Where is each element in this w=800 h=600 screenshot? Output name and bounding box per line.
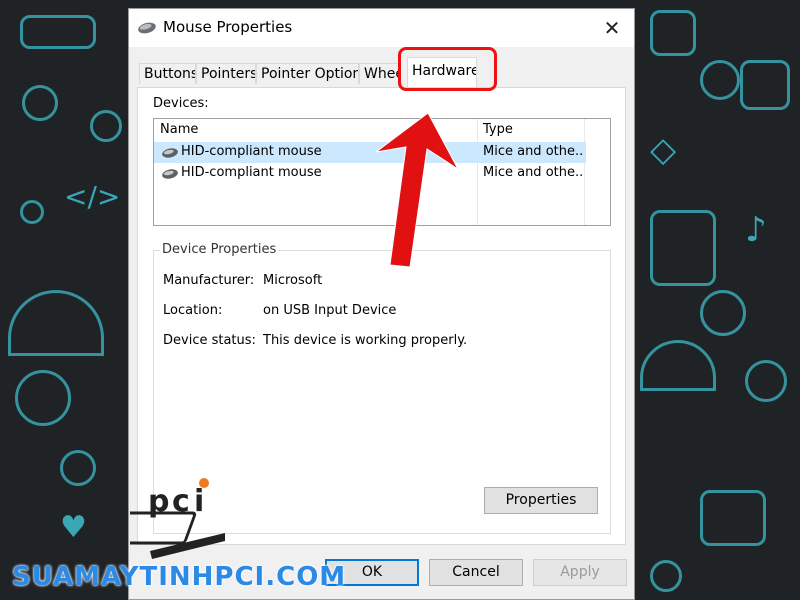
svg-text:c: c — [172, 484, 190, 519]
annotation-arrow — [375, 112, 460, 268]
pci-logo: p c i — [130, 478, 225, 559]
site-watermark: SUAMAYTINHPCI.COM — [12, 562, 347, 592]
svg-text:i: i — [194, 484, 204, 519]
svg-text:p: p — [148, 484, 169, 519]
tab-hardware[interactable]: Hardware — [407, 57, 477, 87]
